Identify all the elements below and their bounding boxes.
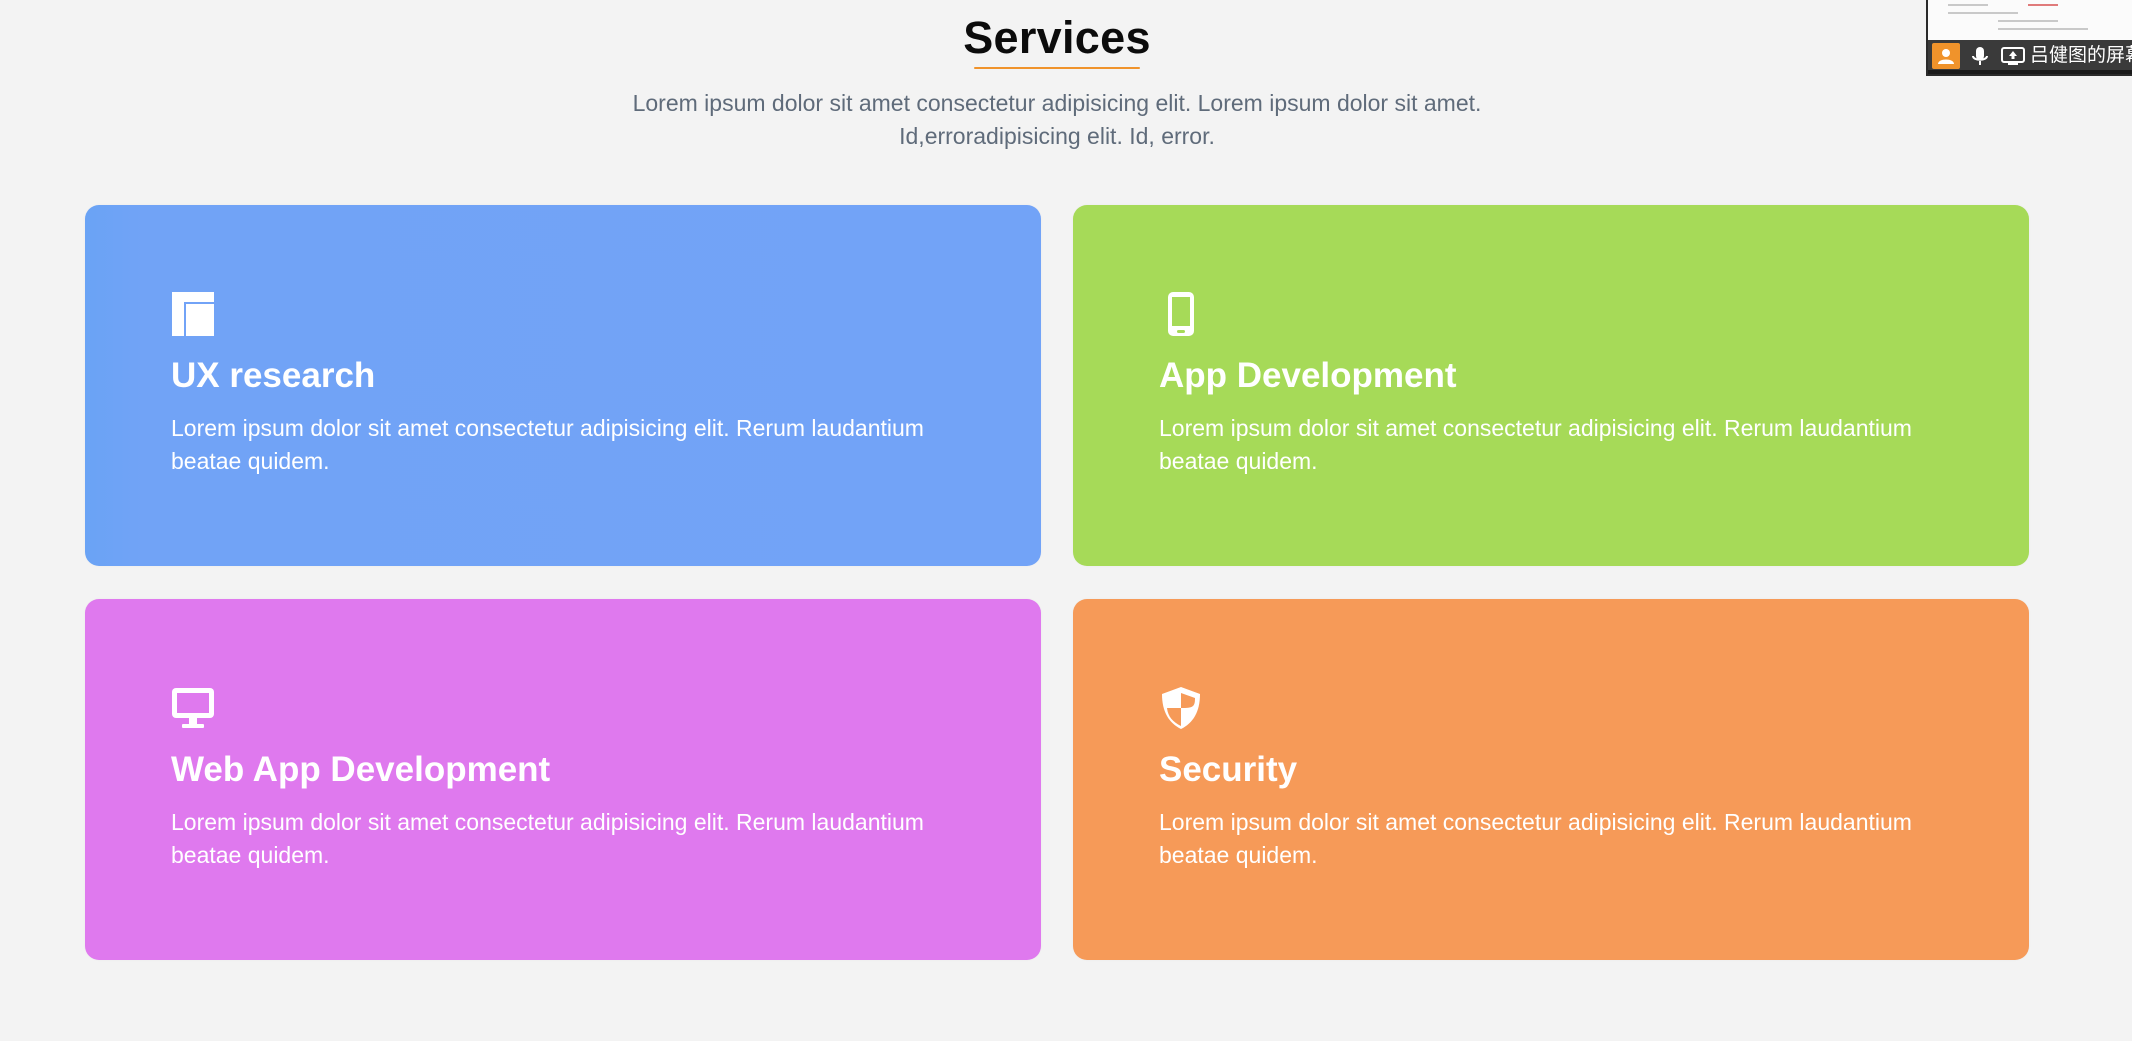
desktop-monitor-icon	[172, 686, 214, 730]
card-title: Security	[1159, 750, 1298, 789]
services-section: Services Lorem ipsum dolor sit amet cons…	[0, 0, 2114, 1041]
card-title: App Development	[1159, 356, 1457, 395]
card-description: Lorem ipsum dolor sit amet consectetur a…	[1159, 809, 1912, 868]
shield-icon	[1160, 686, 1202, 730]
service-card-ux-research: UX research Lorem ipsum dolor sit amet c…	[85, 205, 1041, 566]
service-card-security: Security Lorem ipsum dolor sit amet cons…	[1073, 599, 2029, 960]
card-title: Web App Development	[171, 750, 551, 789]
screen-share-icon[interactable]	[2000, 45, 2026, 67]
page-subtitle: Lorem ipsum dolor sit amet consectetur a…	[632, 90, 1482, 149]
screen-share-toolbar: 吕健图的屏幕	[1928, 40, 2132, 72]
service-card-app-development: App Development Lorem ipsum dolor sit am…	[1073, 205, 2029, 566]
layout-icon	[172, 292, 214, 336]
presenter-name: 吕健图的屏幕	[2030, 45, 2132, 66]
service-card-web-app-development: Web App Development Lorem ipsum dolor si…	[85, 599, 1041, 960]
avatar	[1932, 43, 1960, 69]
screen-share-overlay[interactable]: 吕健图的屏幕	[1926, 0, 2132, 76]
card-description: Lorem ipsum dolor sit amet consectetur a…	[171, 809, 924, 868]
title-underline	[974, 67, 1140, 69]
card-description: Lorem ipsum dolor sit amet consectetur a…	[171, 415, 924, 474]
microphone-icon[interactable]	[1968, 45, 1992, 67]
card-description: Lorem ipsum dolor sit amet consectetur a…	[1159, 415, 1912, 474]
screen-share-footer	[1928, 70, 2132, 74]
mobile-phone-icon	[1160, 292, 1202, 336]
screen-share-thumbnail[interactable]	[1928, 0, 2132, 40]
page-title: Services	[963, 12, 1151, 63]
card-title: UX research	[171, 356, 376, 395]
